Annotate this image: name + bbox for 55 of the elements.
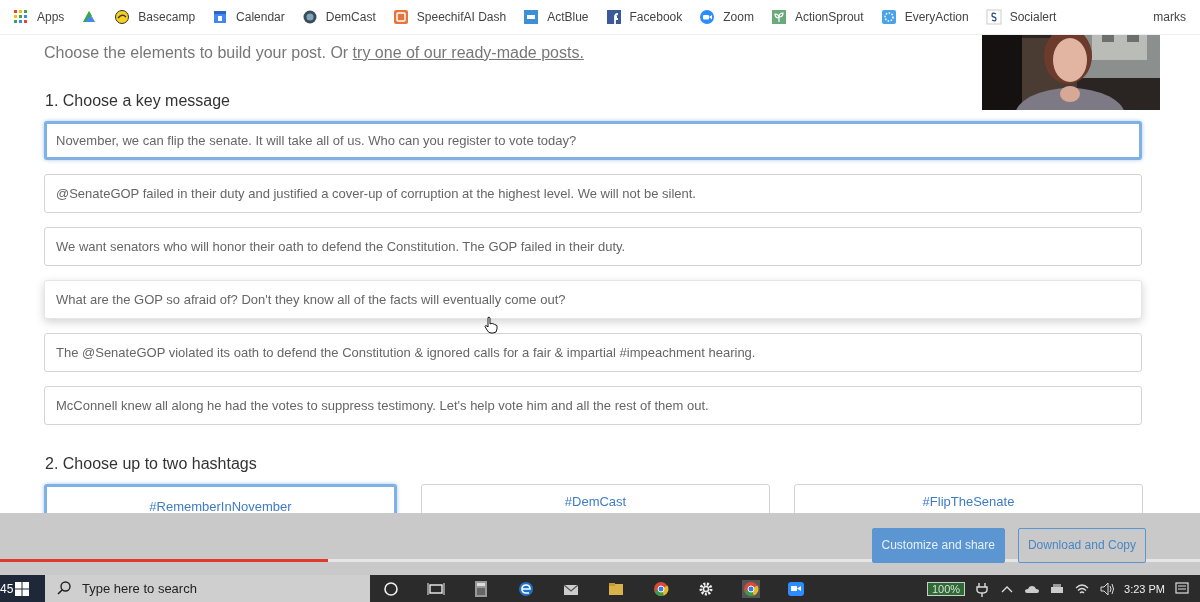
e-browser-icon[interactable] [517, 579, 535, 598]
s-letter-icon [985, 9, 1002, 25]
windows-icon[interactable] [15, 581, 30, 596]
clock-time[interactable]: 3:23 PM [1124, 582, 1165, 595]
video-camera-icon[interactable] [787, 579, 805, 598]
bookmark[interactable]: Apps [13, 9, 65, 25]
message-option[interactable]: What are the GOP so afraid of? Don't they know all of the facts will eventually come out? [44, 280, 1142, 319]
section-heading: 1. Choose a key message [45, 92, 231, 110]
dotted-ring-icon [880, 9, 897, 25]
bookmark[interactable]: DemCast [301, 9, 376, 25]
notification-icon[interactable] [1174, 580, 1190, 597]
sprout-icon [770, 9, 787, 25]
message-option[interactable]: The @SenateGOP violated its oath to defend the Constitution & ignored calls for a fair & impartial #impeachment hearing. [44, 333, 1142, 372]
f-badge-icon [605, 9, 622, 25]
message-option[interactable]: @SenateGOP failed in their duty and justified a cover-up of corruption at the highest level. We will not be silent. [44, 174, 1142, 213]
bookmark[interactable]: Facebook [605, 9, 683, 25]
calculator-icon[interactable] [472, 579, 490, 598]
bookmark[interactable]: EveryAction [880, 9, 969, 25]
search-icon[interactable] [57, 581, 71, 595]
message-option[interactable]: McConnell knew all along he had the votes to suppress testimony. Let's help vote him and all the rest of them out. [44, 386, 1142, 425]
cortana-circle-icon[interactable] [382, 579, 400, 598]
bookmark[interactable]: ActionSprout [770, 9, 864, 25]
chrome-icon[interactable] [652, 579, 670, 598]
bookmark[interactable] [81, 9, 98, 25]
bookmark[interactable]: Calendar [212, 9, 285, 25]
globe-badge-icon [301, 9, 318, 25]
chrome-icon[interactable] [742, 579, 760, 598]
bookmark[interactable]: Basecamp [114, 9, 196, 25]
message-option[interactable]: We want senators who will honor their oath to defend the Constitution. The GOP failed in their duty. [44, 227, 1142, 266]
ab-badge-icon [523, 9, 540, 25]
bookmark[interactable]: SpeechifAI Dash [392, 9, 507, 25]
bookmark[interactable]: ActBlue [523, 9, 589, 25]
speaker-icon[interactable] [1099, 580, 1116, 597]
bookmark[interactable]: Socialert [985, 9, 1057, 25]
hand-cursor-icon [484, 316, 498, 334]
intro-text: Choose the elements to build your post. Or [44, 44, 350, 61]
section-heading: 2. Choose up to two hashtags [45, 455, 258, 473]
triangle-logo-icon [81, 9, 98, 25]
clock-fragment: 45 [0, 581, 14, 596]
hashtag-option[interactable]: #FlipTheSenate [794, 484, 1143, 515]
progress-track[interactable] [0, 559, 1200, 562]
calendar-icon [212, 9, 229, 25]
message-option[interactable]: November, we can flip the senate. It will take all of us. Who can you register to vote today? [44, 121, 1142, 160]
s-badge-icon [392, 9, 409, 25]
smile-circle-icon [114, 9, 131, 25]
search-field[interactable]: Type here to search [45, 575, 370, 602]
hashtag-option[interactable]: #RememberInNovember [44, 484, 397, 515]
bookmark[interactable]: Zoom [699, 9, 754, 25]
video-camera-icon [699, 9, 716, 25]
bookmark-folder[interactable]: marks [1153, 10, 1186, 24]
apps-grid-icon [13, 9, 29, 25]
ready-made-posts-link[interactable]: try one of our ready-made posts. [352, 44, 584, 61]
hashtag-option[interactable]: #DemCast [421, 484, 770, 515]
battery-indicator[interactable]: 100% [926, 581, 966, 596]
plug-icon[interactable] [974, 580, 991, 597]
